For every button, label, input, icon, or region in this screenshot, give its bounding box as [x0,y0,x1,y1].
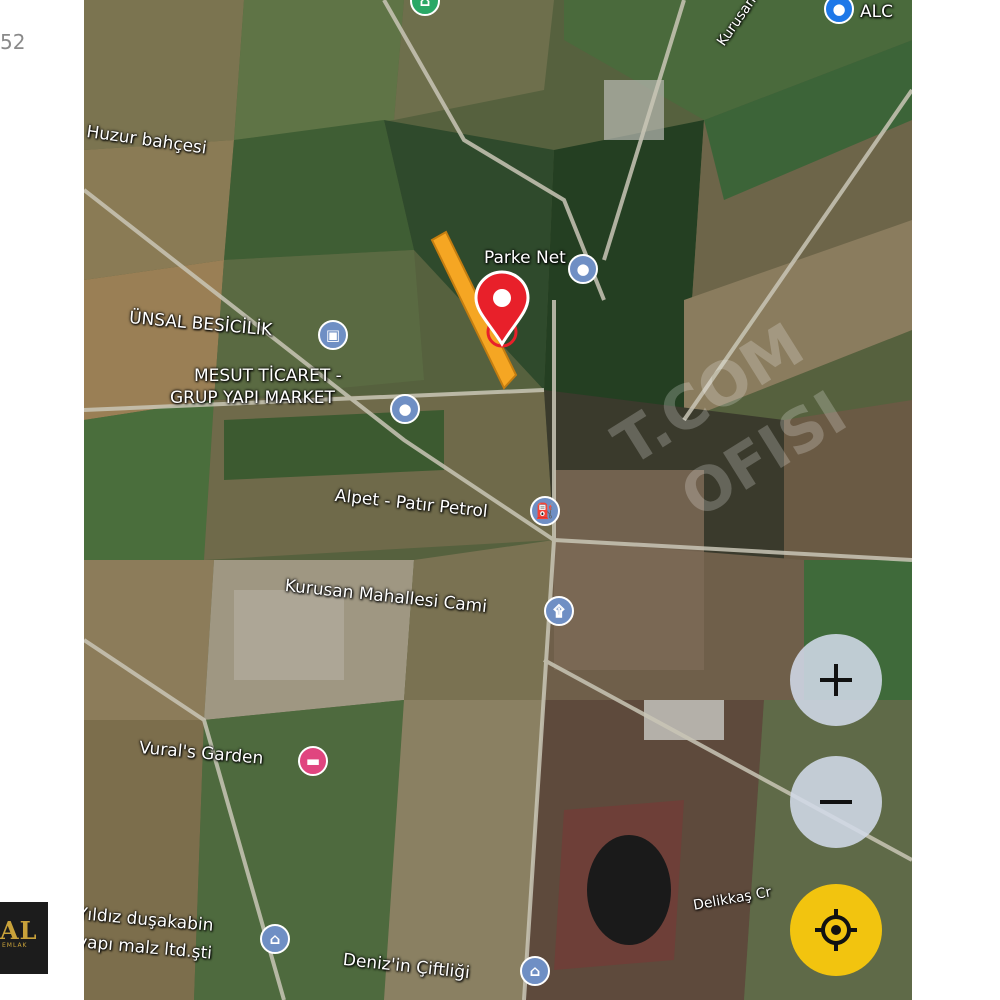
mosque-icon[interactable]: ۩ [544,596,574,626]
yildiz-shopping-bag-icon[interactable]: ⌂ [260,924,290,954]
logo-sub-text: EMLAK [2,942,28,949]
deniz-shopping-bag-icon[interactable]: ⌂ [520,956,550,986]
parke-net-label[interactable]: Parke Net [484,248,566,268]
corner-text: 52 [0,30,26,54]
mesut-ticaret-label-line1[interactable]: MESUT TİCARET - [194,366,342,386]
satellite-base [84,0,912,1000]
unsal-business-icon[interactable]: ▣ [318,320,348,350]
parke-net-pin-icon[interactable]: ● [568,254,598,284]
selected-location-marker[interactable] [470,268,534,354]
mesut-pin-icon[interactable]: ● [390,394,420,424]
minus-icon [820,800,852,804]
plus-icon [820,664,852,696]
alc-label[interactable]: ALC [860,2,893,22]
map-view[interactable]: T.COM OFISI ⌂ ● ALC Kurusan Yolu Huzur b… [84,0,912,1000]
crosshair-icon [815,909,857,951]
my-location-button[interactable] [790,884,882,976]
hotel-icon[interactable]: ▬ [298,746,328,776]
zoom-in-button[interactable] [790,634,882,726]
gas-station-icon[interactable]: ⛽ [530,496,560,526]
zoom-out-button[interactable] [790,756,882,848]
logo-main-text: AL [0,916,38,945]
mesut-ticaret-label-line2[interactable]: GRUP YAPI MARKET [170,388,335,408]
logo: AL EMLAK [0,902,48,974]
